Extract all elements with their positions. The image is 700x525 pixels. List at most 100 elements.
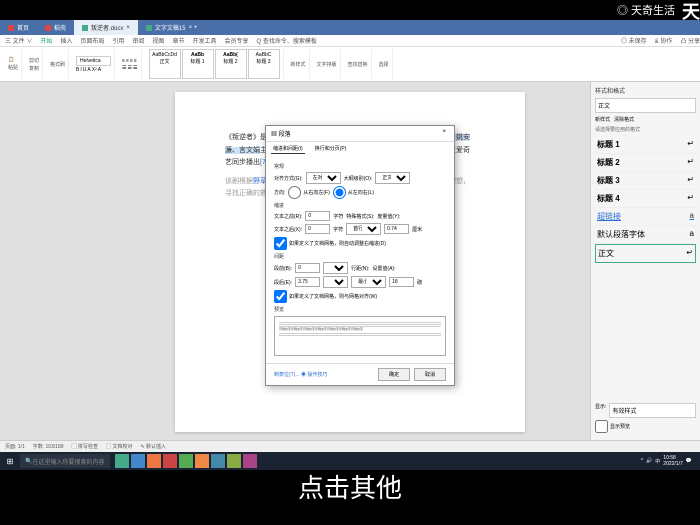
task-icon[interactable] — [243, 454, 257, 468]
section-spacing: 间距 — [274, 253, 446, 260]
indent-before-input[interactable] — [305, 211, 330, 221]
taskbar-search[interactable]: 🔍 在这里输入你要搜索的内容 — [20, 454, 110, 468]
input-mode[interactable]: ✎ 默认插入 — [140, 443, 166, 450]
style-h2[interactable]: AaBb(标题 2 — [215, 49, 247, 79]
setval-input[interactable] — [389, 277, 414, 287]
before-unit[interactable]: 行 — [323, 262, 348, 274]
format-painter[interactable]: 格式刷 — [50, 61, 65, 68]
select-button[interactable]: 选择 — [379, 61, 389, 68]
tab-home[interactable]: 首页 — [0, 20, 37, 35]
word-count[interactable]: 字数: 103/189 — [33, 443, 64, 450]
ribbon-chapter[interactable]: 章节 — [172, 36, 184, 45]
tray-icon[interactable]: 🔊 — [646, 458, 652, 464]
text-layout-button[interactable]: 文字排版 — [317, 61, 337, 68]
dialog-tab-break[interactable]: 换行和分页(P) — [313, 144, 349, 154]
italic-button[interactable]: I — [80, 67, 81, 73]
ribbon-start[interactable]: 开始 — [40, 36, 52, 45]
video-subtitle: 点击其他 — [0, 468, 700, 505]
current-style[interactable]: 正文 — [595, 98, 696, 113]
new-style-link[interactable]: 新样式 — [595, 116, 610, 123]
section-indent: 缩进 — [274, 202, 446, 209]
spell-check-status[interactable]: ▢ 拼写检查 — [72, 443, 98, 450]
ribbon-file[interactable]: 三 文件 ∨ — [5, 36, 32, 45]
style-heading-1[interactable]: 标题 1↵ — [595, 136, 696, 154]
linespace-select[interactable]: 最小值 — [351, 276, 386, 288]
align-select[interactable]: 左对齐 — [306, 172, 341, 184]
style-h3[interactable]: AaBbC标题 3 — [248, 49, 280, 79]
document-tabs: 首页 稻壳 叛逆者.docx × 文字文稿15 × + — [0, 20, 700, 35]
ribbon-layout[interactable]: 页面布局 — [80, 36, 104, 45]
task-icon[interactable] — [195, 454, 209, 468]
task-icon[interactable] — [163, 454, 177, 468]
doc-check-status[interactable]: ▢ 文档校对 — [106, 443, 132, 450]
ribbon-member[interactable]: 会员专享 — [224, 36, 248, 45]
ribbon-unsaved[interactable]: ◎ 未保存 — [621, 36, 647, 45]
tabs-button[interactable]: 制表位(T)... — [274, 372, 300, 378]
dialog-tab-indent[interactable]: 缩进和间距(I) — [271, 144, 305, 154]
paragraph-dialog: ▦ 段落 × 缩进和间距(I) 换行和分页(P) 常规 对齐方式(G): 左对齐… — [265, 125, 455, 386]
ribbon-toolbar: 📋 粘贴 剪切 复制 格式刷 B I U A X² A ≡≡≡≡ ☰☰☰ AaB… — [0, 47, 700, 82]
underline-button[interactable]: U — [83, 67, 87, 73]
ribbon-dev[interactable]: 开发工具 — [192, 36, 216, 45]
ribbon-collab[interactable]: & 协作 — [655, 36, 673, 45]
task-icon[interactable] — [211, 454, 225, 468]
bold-button[interactable]: B — [76, 67, 79, 73]
ribbon-ref[interactable]: 引用 — [112, 36, 124, 45]
notification-icon[interactable]: 💬 — [686, 458, 692, 464]
task-icon[interactable] — [179, 454, 193, 468]
tray-icon[interactable]: ^ — [641, 458, 643, 464]
style-body-text[interactable]: 正文↵ — [595, 244, 696, 263]
style-heading-4[interactable]: 标题 4↵ — [595, 190, 696, 208]
after-para-input[interactable] — [295, 277, 320, 287]
special-format-select[interactable]: 首行缩进 — [346, 223, 381, 235]
find-replace-button[interactable]: 查找替换 — [348, 61, 368, 68]
clear-format-link[interactable]: 清除格式 — [614, 116, 634, 123]
snap-grid-check[interactable] — [274, 290, 287, 303]
indent-after-input[interactable] — [305, 224, 330, 234]
dialog-title: ▦ 段落 — [271, 129, 291, 138]
task-icon[interactable] — [147, 454, 161, 468]
task-icon[interactable] — [115, 454, 129, 468]
new-style-button[interactable]: 新样式 — [291, 61, 306, 68]
tips-button[interactable]: ◉ 操作技巧 — [301, 372, 327, 378]
ribbon-view[interactable]: 视图 — [152, 36, 164, 45]
style-hyperlink[interactable]: 超链接a — [595, 208, 696, 226]
task-icon[interactable] — [131, 454, 145, 468]
task-icon[interactable] — [227, 454, 241, 468]
style-heading-3[interactable]: 标题 3↵ — [595, 172, 696, 190]
copy-button[interactable]: 复制 — [29, 65, 39, 72]
metric-input[interactable] — [384, 224, 409, 234]
font-selector[interactable] — [76, 56, 111, 66]
cancel-button[interactable]: 取消 — [414, 368, 446, 381]
page-indicator[interactable]: 页面: 1/1 — [5, 443, 25, 450]
tab-document-active[interactable]: 叛逆者.docx × — [74, 20, 138, 35]
ribbon-share[interactable]: 凸 分享 — [680, 36, 700, 45]
close-icon[interactable]: × — [439, 129, 449, 138]
dir-ltr-radio[interactable] — [333, 186, 346, 199]
tab-docer[interactable]: 稻壳 — [37, 20, 74, 35]
style-heading-2[interactable]: 标题 2↵ — [595, 154, 696, 172]
outline-select[interactable]: 正文文本 — [375, 172, 410, 184]
clock[interactable]: 10:582022/1/7 — [663, 455, 682, 467]
styles-panel: 样式和格式 正文 新样式 清除格式 请选择要应用的格式 标题 1↵ 标题 2↵ … — [590, 82, 700, 440]
dir-rtl-radio[interactable] — [288, 186, 301, 199]
before-para-input[interactable] — [295, 263, 320, 273]
show-preview-check[interactable] — [595, 420, 608, 433]
tab-document-2[interactable]: 文字文稿15 × + — [138, 20, 205, 35]
auto-indent-check[interactable] — [274, 237, 287, 250]
ok-button[interactable]: 确定 — [378, 368, 410, 381]
ribbon-insert[interactable]: 插入 — [60, 36, 72, 45]
style-h1[interactable]: AaBb标题 1 — [182, 49, 214, 79]
style-body[interactable]: AaBbCcDd正文 — [149, 49, 181, 79]
ribbon-review[interactable]: 审阅 — [132, 36, 144, 45]
cut-button[interactable]: 剪切 — [29, 57, 39, 64]
show-filter[interactable]: 有效样式 — [609, 403, 696, 418]
ribbon-search[interactable]: Q 查找命令、搜索模板 — [256, 36, 316, 45]
preview-box: 示例文字示例文字示例文字示例文字示例文字示例文字示例文字 — [274, 316, 446, 356]
style-default-font[interactable]: 默认段落字体a — [595, 226, 696, 244]
status-bar: 页面: 1/1 字数: 103/189 ▢ 拼写检查 ▢ 文档校对 ✎ 默认插入 — [0, 440, 700, 452]
after-unit[interactable]: 行 — [323, 276, 348, 288]
paste-button[interactable]: 📋 — [8, 57, 18, 63]
section-preview: 预览 — [274, 306, 446, 313]
tray-icon[interactable]: 中 — [655, 458, 660, 465]
